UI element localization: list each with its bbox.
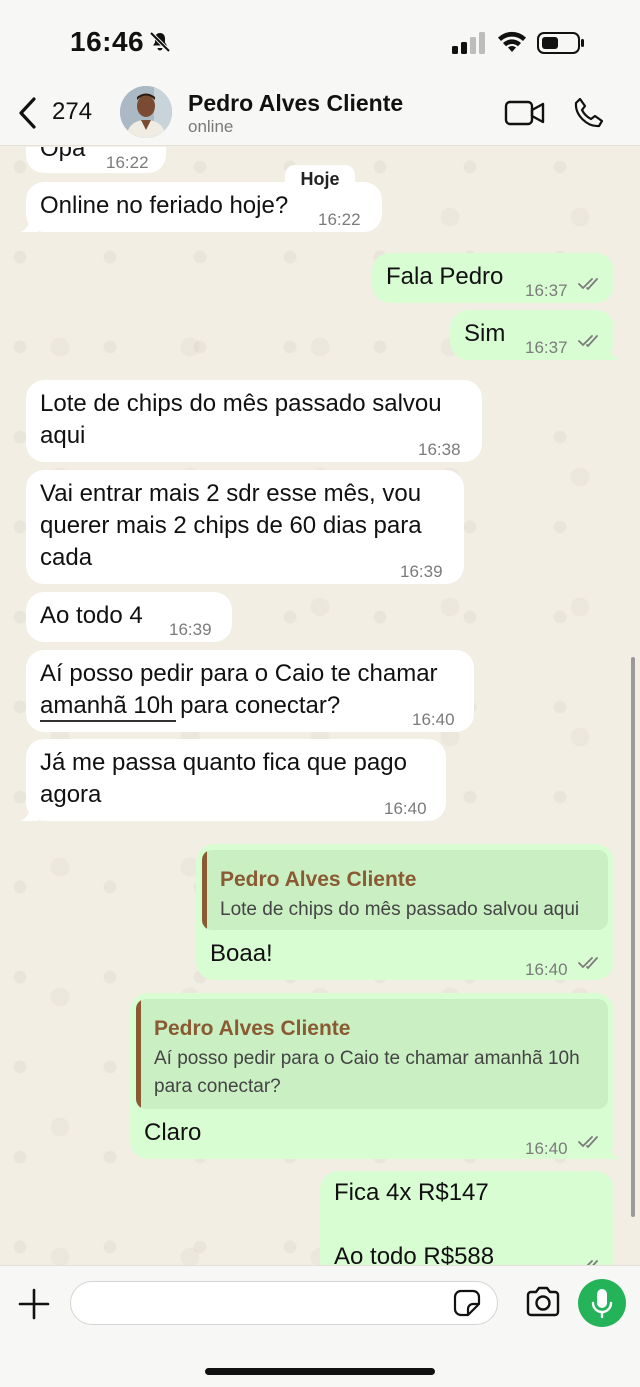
back-unread-count[interactable]: 274 [52,98,92,126]
message-time: 16:40 [525,960,568,979]
message-text: Online no feriado hoje? [40,192,289,219]
message-text-line: Ao todo R$588 [334,1243,495,1265]
message-outgoing[interactable]: Fala Pedro 16:37 [372,253,614,303]
message-text-line: Fica 4x R$147 [334,1179,489,1206]
quoted-sender: Pedro Alves Cliente [154,1017,351,1040]
message-text-line: querer mais 2 chips de 60 dias para [40,512,422,539]
plus-icon[interactable] [18,1288,50,1320]
message-text: Boaa! [210,940,273,967]
message-incoming[interactable]: Já me passa quanto fica que pago agora 1… [20,739,446,821]
message-time: 16:37 [525,281,568,300]
quote-accent-bar [136,999,141,1109]
microphone-icon [591,1289,613,1319]
message-input[interactable] [70,1281,498,1325]
status-time: 16:46 [70,26,145,57]
battery-icon [537,32,584,54]
home-indicator[interactable] [205,1368,435,1375]
contact-name[interactable]: Pedro Alves Cliente [188,90,403,117]
message-text: Opa [40,147,86,162]
message-time: 16:39 [400,562,443,581]
message-outgoing[interactable]: Fica 4x R$147 Ao todo R$588 16:41 [320,1171,614,1265]
bubble-tail [602,344,620,360]
message-text: Claro [144,1119,202,1146]
message-incoming[interactable]: Aí posso pedir para o Caio te chamar ama… [26,650,474,732]
message-time: 16:39 [169,620,212,639]
message-text: Fala Pedro [386,263,504,290]
scroll-indicator[interactable] [631,657,635,1217]
contact-status: online [188,117,234,136]
date-link-underline[interactable] [40,720,176,722]
sticker-icon[interactable] [453,1289,481,1317]
camera-icon[interactable] [525,1286,561,1318]
message-text-line: Lote de chips do mês passado salvou [40,390,442,417]
bubble-tail [20,216,38,232]
message-composer [0,1265,640,1387]
phone-icon[interactable] [572,96,606,130]
signal-icon [452,32,485,54]
message-outgoing-reply[interactable]: Pedro Alves Cliente Lote de chips do mês… [196,844,614,980]
chat-area[interactable]: Opa 16:22 Online no feriado hoje? 16:22 … [0,147,640,1265]
wifi-icon [498,31,526,52]
video-call-icon[interactable] [504,98,546,128]
bubble-tail [20,805,38,821]
message-time: 16:40 [412,710,455,729]
message-time: 16:37 [525,338,568,357]
message-time: 16:40 [525,1139,568,1158]
message-time: 16:22 [318,210,361,229]
message-incoming[interactable]: Vai entrar mais 2 sdr esse mês, vou quer… [26,470,464,584]
message-time: 16:22 [106,153,149,172]
message-incoming[interactable]: Ao todo 4 16:39 [26,592,232,642]
message-text-line: amanhã 10h para conectar? [40,692,341,719]
message-time: 16:40 [384,799,427,818]
quoted-text: Lote de chips do mês passado salvou aqui [220,899,580,920]
message-text-line: Aí posso pedir para o Caio te chamar [40,660,438,687]
message-text-line: cada [40,544,93,571]
back-chevron-icon[interactable] [16,96,40,130]
double-check-icon [578,335,598,348]
bubble-tail [602,1143,620,1159]
avatar[interactable] [120,86,172,138]
status-bar: 16:46 [0,0,640,84]
message-outgoing-reply[interactable]: Pedro Alves Cliente Aí posso pedir para … [130,993,620,1159]
microphone-button[interactable] [578,1279,626,1327]
message-text-line: agora [40,781,102,808]
message-text: Ao todo 4 [40,602,143,629]
message-time: 16:41 [525,1257,568,1265]
message-time: 16:38 [418,440,461,459]
bell-slash-icon [149,31,171,53]
quoted-text-line: para conectar? [154,1076,281,1097]
chat-header: 274 Pedro Alves Cliente online [0,84,640,146]
quote-accent-bar [202,850,207,930]
quoted-sender: Pedro Alves Cliente [220,868,417,891]
double-check-icon [578,1136,598,1149]
message-incoming[interactable]: Opa 16:22 [26,147,166,173]
quoted-message[interactable]: Pedro Alves Cliente Aí posso pedir para … [136,999,608,1109]
message-text-line: Vai entrar mais 2 sdr esse mês, vou [40,480,422,507]
message-text-line: aqui [40,422,86,449]
quoted-text-line: Aí posso pedir para o Caio te chamar ama… [154,1048,580,1069]
message-text: Sim [464,320,506,347]
message-text-line: Já me passa quanto fica que pago [40,749,407,776]
date-separator: Hoje [285,165,355,193]
double-check-icon [578,278,598,291]
double-check-icon [578,957,598,970]
quoted-message[interactable]: Pedro Alves Cliente Lote de chips do mês… [202,850,608,930]
message-incoming[interactable]: Lote de chips do mês passado salvou aqui… [26,380,482,462]
message-outgoing[interactable]: Sim 16:37 [450,310,620,360]
